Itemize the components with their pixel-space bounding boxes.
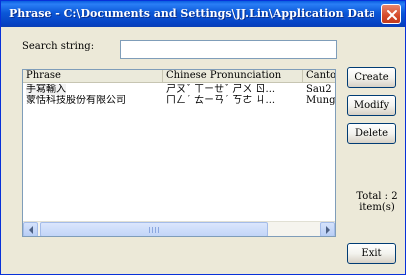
phrase-cell: 手寫輸入: [26, 84, 66, 95]
search-input[interactable]: [120, 40, 337, 59]
scroll-thumb[interactable]: [40, 222, 268, 236]
scroll-left-button[interactable]: [23, 222, 38, 236]
scroll-right-button[interactable]: [320, 222, 335, 236]
total-count-label: Total : 2: [356, 191, 398, 202]
column-header-pronunciation[interactable]: Chinese Pronunciation: [163, 70, 303, 83]
column-header-phrase[interactable]: Phrase: [23, 70, 163, 83]
title-bar[interactable]: Phrase - C:\Documents and Settings\JJ.Li…: [1, 1, 405, 27]
exit-button[interactable]: Exit: [347, 243, 396, 264]
list-row[interactable]: 蒙恬科技股份有限公司 ㄇㄥˊ ㄊㄧㄢˊ ㄎㄜ ㄐ... Mung4 T: [23, 95, 335, 107]
close-icon: [387, 10, 397, 20]
arrow-left-icon: [29, 226, 33, 234]
delete-button[interactable]: Delete: [347, 123, 396, 144]
phrase-list[interactable]: Phrase Chinese Pronunciation Canto 手寫輸入 …: [22, 69, 336, 237]
horizontal-scrollbar[interactable]: [23, 221, 335, 236]
modify-button[interactable]: Modify: [347, 95, 396, 116]
window-title: Phrase - C:\Documents and Settings\JJ.Li…: [9, 7, 374, 20]
arrow-right-icon: [326, 226, 330, 234]
search-label: Search string:: [22, 41, 95, 52]
total-count: Total : 2 item(s): [353, 191, 401, 213]
pronunciation-cell: ㄇㄥˊ ㄊㄧㄢˊ ㄎㄜ ㄐ...: [166, 95, 276, 106]
phrase-cell: 蒙恬科技股份有限公司: [26, 95, 126, 106]
total-items-label: item(s): [359, 202, 395, 213]
close-button[interactable]: [381, 4, 401, 24]
grip-icon: [149, 227, 161, 233]
column-header-canto[interactable]: Canto: [303, 70, 335, 83]
list-header: Phrase Chinese Pronunciation Canto: [23, 70, 335, 83]
create-button[interactable]: Create: [347, 67, 396, 88]
phrase-window: Phrase - C:\Documents and Settings\JJ.Li…: [0, 0, 406, 275]
canto-cell: Mung4 T: [306, 95, 336, 106]
